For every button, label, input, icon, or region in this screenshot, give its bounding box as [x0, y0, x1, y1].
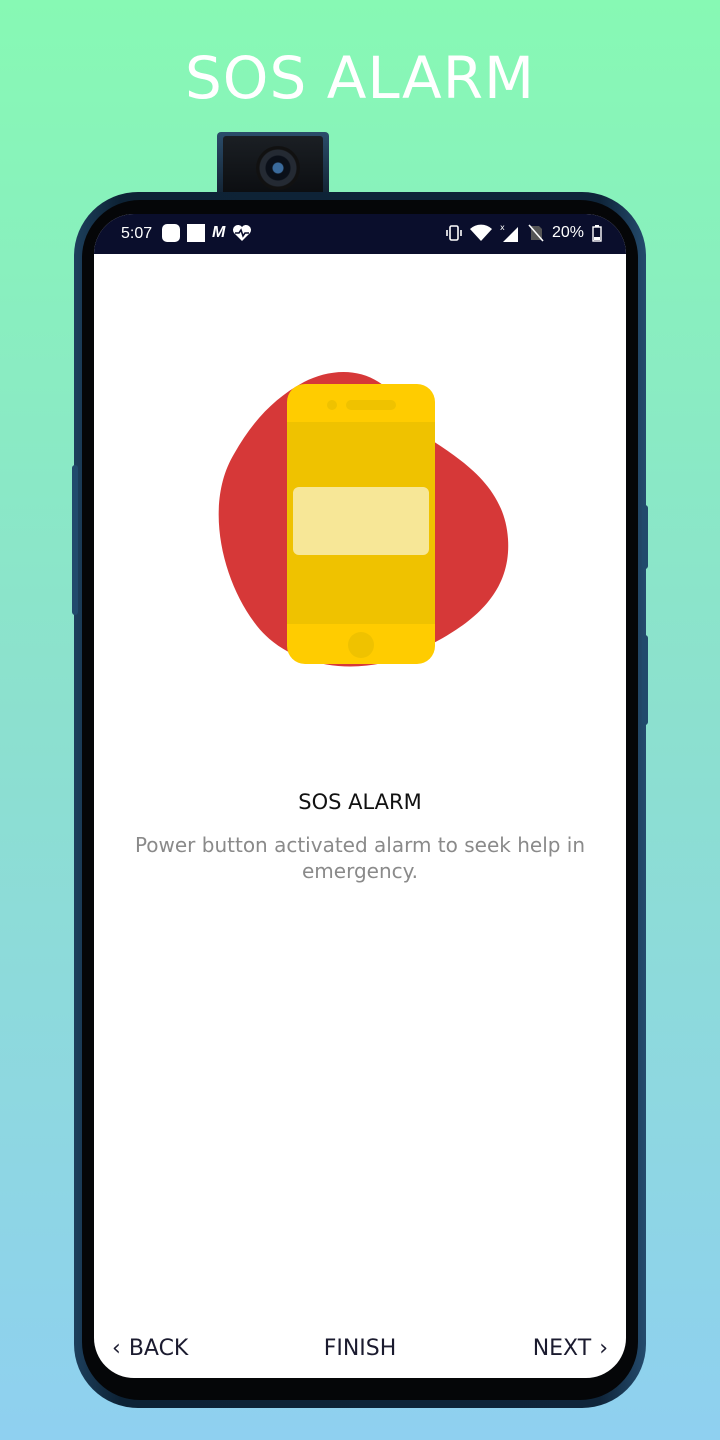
vibrate-icon [446, 225, 462, 241]
volume-button [72, 465, 78, 615]
phone-speaker-bar [346, 400, 396, 410]
side-button [642, 635, 648, 725]
chevron-right-icon: › [599, 1335, 608, 1361]
battery-icon [592, 225, 602, 242]
m-logo-icon: M [212, 224, 226, 241]
camera-lens-icon [256, 146, 300, 190]
phone-alarm-illustration [218, 371, 509, 667]
status-bar: 5:07 M x 20% [94, 214, 626, 254]
phone-camera-dot [327, 400, 337, 410]
signal-icon: x [500, 223, 518, 242]
next-label: NEXT [532, 1336, 592, 1361]
no-sim-icon [528, 224, 544, 242]
phone-message-card [293, 487, 429, 555]
heart-pulse-icon [233, 225, 252, 241]
status-time: 5:07 [121, 225, 153, 242]
svg-text:x: x [500, 223, 505, 232]
power-button [642, 505, 648, 569]
app-screen: 5:07 M x 20% SOS ALARM Power button acti… [94, 214, 626, 1378]
slide-description: Power button activated alarm to seek hel… [134, 833, 586, 883]
finish-label: FINISH [323, 1336, 397, 1361]
slide-title: SOS ALARM [298, 790, 422, 814]
notification-square-icon [187, 224, 205, 242]
notification-app-icon [162, 224, 180, 242]
banner-title: SOS ALARM [184, 44, 536, 112]
phone-home-button [348, 632, 374, 658]
wifi-icon [469, 224, 492, 241]
next-button[interactable]: NEXT › [533, 1336, 608, 1361]
battery-percentage: 20% [551, 224, 584, 241]
